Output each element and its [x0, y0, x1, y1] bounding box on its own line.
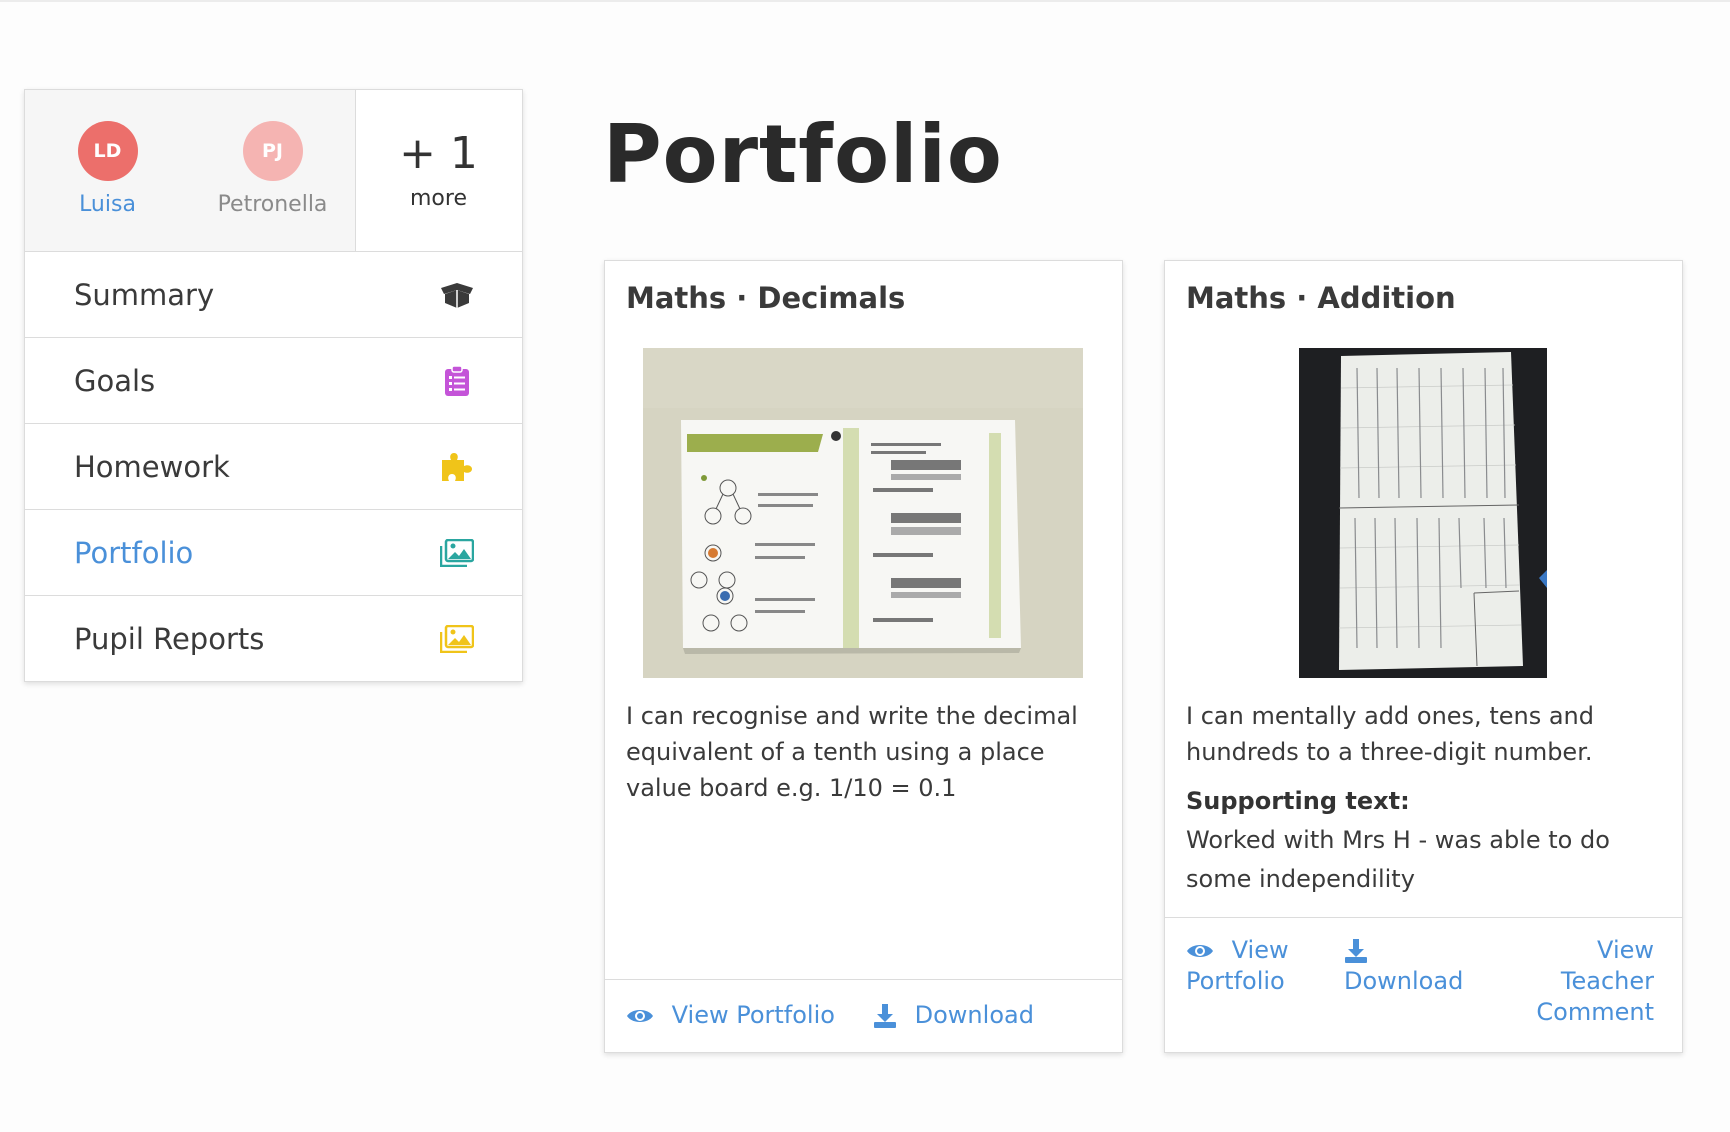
supporting-text-heading: Supporting text: [1186, 787, 1410, 815]
handwritten-sheet-photo[interactable] [1299, 348, 1547, 678]
sidebar: LD Luisa PJ Petronella + 1 more Summary … [24, 89, 523, 682]
clipboard-list-icon [439, 363, 475, 399]
comment-label-line: Teacher [1560, 967, 1654, 995]
pupil-name: Petronella [217, 192, 328, 217]
view-portfolio-button[interactable]: View Portfolio [1186, 935, 1289, 997]
card-title: Maths · Addition [1186, 281, 1456, 315]
nav-item-goals[interactable]: Goals [25, 338, 522, 424]
pupil-petronella[interactable]: PJ Petronella [190, 90, 355, 251]
nav-item-label: Summary [74, 277, 215, 312]
download-label: Download [1344, 967, 1464, 995]
box-icon [439, 277, 475, 313]
puzzle-icon [439, 449, 475, 485]
card-footer: View Portfolio Download [605, 979, 1122, 1052]
card-description: I can recognise and write the decimal eq… [626, 702, 1078, 802]
eye-icon [1186, 936, 1222, 964]
nav-item-label: Goals [74, 363, 156, 398]
top-divider [0, 0, 1730, 2]
card-footer: View Portfolio Download View Teacher Com… [1165, 917, 1682, 1052]
view-portfolio-button[interactable]: View Portfolio [626, 1000, 835, 1031]
avatar: PJ [242, 121, 303, 181]
download-label: Download [914, 1001, 1034, 1029]
nav-item-summary[interactable]: Summary [25, 252, 522, 338]
card-title: Maths · Decimals [626, 281, 906, 315]
portfolio-card: Maths · Decimals I can recognise and wri… [604, 260, 1123, 1053]
portfolio-card: Maths · Addition I can mentally add ones… [1164, 260, 1683, 1053]
download-icon [873, 1001, 905, 1029]
view-portfolio-label: Portfolio [1186, 967, 1285, 995]
more-count: + 1 [399, 128, 478, 179]
nav-item-label: Pupil Reports [74, 621, 265, 656]
images-icon [439, 621, 475, 657]
view-portfolio-label: View Portfolio [671, 1001, 835, 1029]
download-button[interactable]: Download [1344, 935, 1463, 997]
nav-item-label: Homework [74, 449, 230, 484]
nav-item-portfolio[interactable]: Portfolio [25, 510, 522, 596]
download-icon [1344, 935, 1463, 966]
comment-label-line: View [1597, 936, 1654, 964]
pupil-switcher: LD Luisa PJ Petronella + 1 more [25, 90, 522, 252]
worksheet-photo[interactable] [643, 348, 1083, 678]
nav-item-pupil-reports[interactable]: Pupil Reports [25, 596, 522, 681]
pupil-name: Luisa [79, 192, 136, 217]
pupil-luisa[interactable]: LD Luisa [25, 90, 190, 251]
more-pupils-button[interactable]: + 1 more [355, 90, 521, 251]
eye-icon [626, 1001, 662, 1029]
nav-item-label: Portfolio [74, 535, 194, 570]
download-button[interactable]: Download [873, 1000, 1034, 1031]
card-description: I can mentally add ones, tens and hundre… [1186, 702, 1594, 766]
view-portfolio-label: View [1231, 936, 1289, 964]
comment-label-line: Comment [1536, 998, 1654, 1026]
more-label: more [410, 186, 467, 211]
supporting-text: Worked with Mrs H - was able to do some … [1186, 826, 1610, 893]
page-title: Portfolio [603, 108, 1003, 201]
nav-item-homework[interactable]: Homework [25, 424, 522, 510]
view-teacher-comment-button[interactable]: View Teacher Comment [1536, 935, 1654, 1028]
images-icon [439, 535, 475, 571]
avatar: LD [77, 121, 138, 181]
